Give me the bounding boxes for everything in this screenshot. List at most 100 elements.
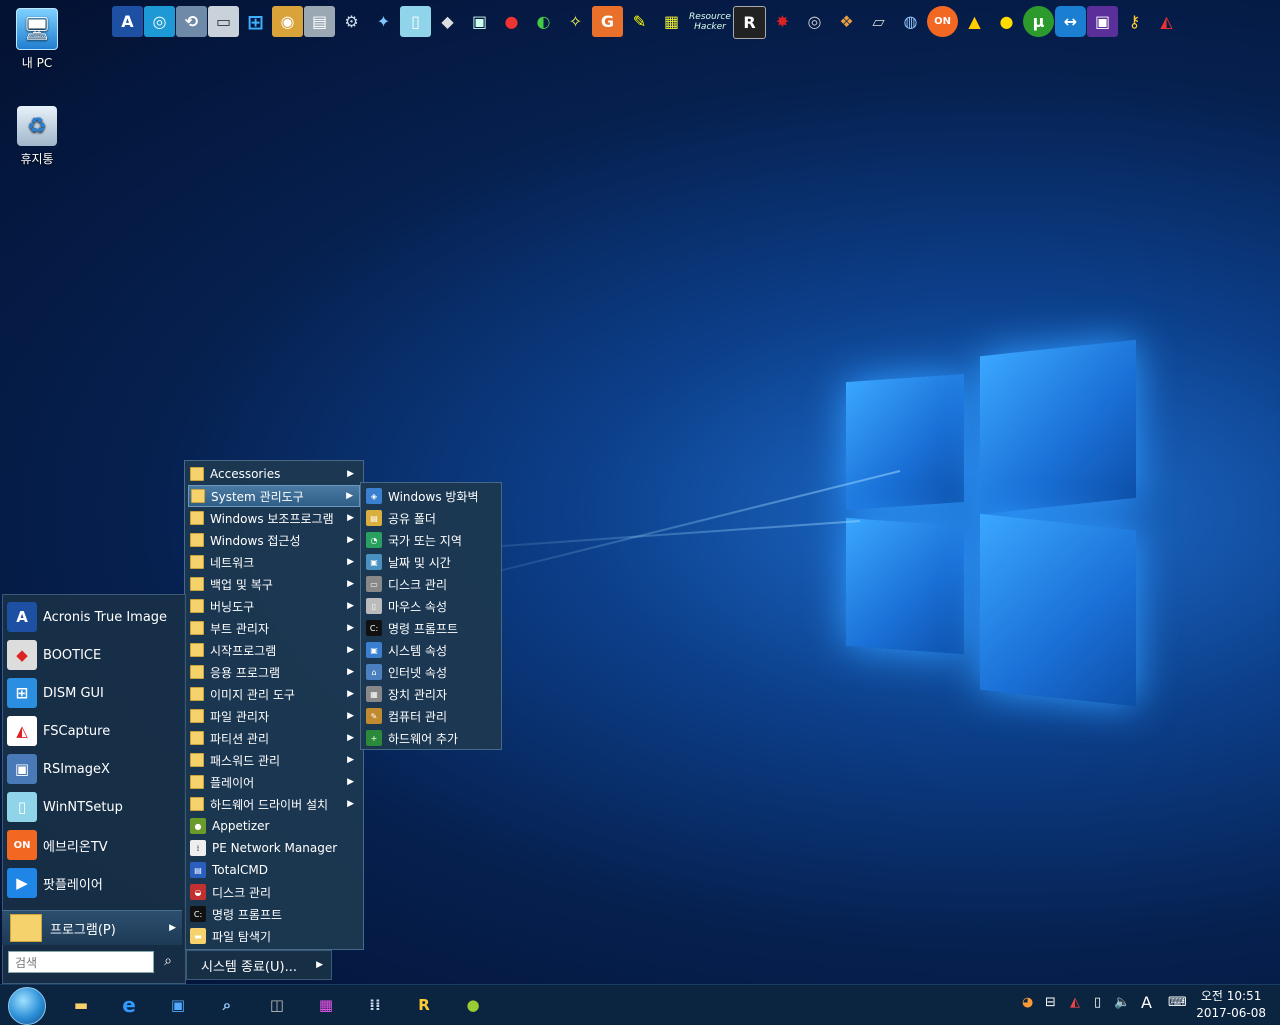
programs-folder-item[interactable]: Accessories ▶ bbox=[188, 463, 360, 485]
file-explorer-icon[interactable]: ▬ bbox=[66, 990, 96, 1020]
programs-app-item[interactable]: ⁞ PE Network Manager bbox=[188, 837, 360, 859]
programs-folder-item[interactable]: 백업 및 복구 ▶ bbox=[188, 573, 360, 595]
programs-folder-item[interactable]: 이미지 관리 도구 ▶ bbox=[188, 683, 360, 705]
search-icon[interactable]: ⌕ bbox=[158, 953, 178, 973]
programs-button[interactable]: 프로그램(P) ▶ bbox=[2, 910, 182, 945]
appetizer-icon[interactable]: ● bbox=[458, 990, 488, 1020]
teamviewer-icon[interactable]: ↔ bbox=[1055, 6, 1086, 37]
programs-app-item[interactable]: ▤ TotalCMD bbox=[188, 859, 360, 881]
key-tool-icon[interactable]: ✎ bbox=[624, 6, 655, 37]
globe-icon[interactable]: ◎ bbox=[144, 6, 175, 37]
tray-tool-icon[interactable]: ◭ bbox=[1070, 995, 1080, 1010]
system-tool-item[interactable]: ▣ 날짜 및 시간 bbox=[364, 551, 498, 573]
tray-app-icon[interactable]: ◕ bbox=[1022, 995, 1033, 1010]
system-tool-item[interactable]: C: 명령 프롬프트 bbox=[364, 617, 498, 639]
start-menu-item[interactable]: ◆ BOOTICE bbox=[7, 637, 183, 673]
system-tool-item[interactable]: ◔ 국가 또는 지역 bbox=[364, 529, 498, 551]
system-tool-item[interactable]: + 하드웨어 추가 bbox=[364, 727, 498, 749]
wand-icon[interactable]: ✧ bbox=[560, 6, 591, 37]
network-icon[interactable]: ⚙ bbox=[336, 6, 367, 37]
programs-folder-item[interactable]: 하드웨어 드라이버 설치 ▶ bbox=[188, 793, 360, 815]
cd-icon[interactable]: ◎ bbox=[799, 6, 830, 37]
key-icon[interactable]: ⚷ bbox=[1119, 6, 1150, 37]
windows-icon[interactable]: ⊞ bbox=[240, 6, 271, 37]
ime-indicator[interactable]: A bbox=[1141, 993, 1152, 1012]
start-menu-item[interactable]: ◭ FSCapture bbox=[7, 713, 183, 749]
programs-app-item[interactable]: ● Appetizer bbox=[188, 815, 360, 837]
system-tool-item[interactable]: ⌂ 인터넷 속성 bbox=[364, 661, 498, 683]
system-tool-item[interactable]: ▭ 디스크 관리 bbox=[364, 573, 498, 595]
desktop-icon-my-pc[interactable]: 🖥 내 PC bbox=[5, 8, 69, 71]
programs-app-item[interactable]: ◒ 디스크 관리 bbox=[188, 881, 360, 903]
network-tray-icon[interactable]: ⊟ bbox=[1045, 995, 1056, 1010]
system-tool-item[interactable]: ◈ Windows 방화벽 bbox=[364, 485, 498, 507]
programs-app-item[interactable]: ▬ 파일 탐색기 bbox=[188, 925, 360, 947]
network-manager-icon[interactable]: ⁞⁞ bbox=[360, 990, 390, 1020]
start-button[interactable] bbox=[8, 987, 46, 1025]
usb-tray-icon[interactable]: ▯ bbox=[1094, 995, 1101, 1010]
clock[interactable]: 오전 10:51 2017-06-08 bbox=[1196, 988, 1266, 1022]
acronis-icon[interactable]: A bbox=[112, 6, 143, 37]
programs-app-item[interactable]: C: 명령 프롬프트 bbox=[188, 903, 360, 925]
system-tool-item[interactable]: ▣ 시스템 속성 bbox=[364, 639, 498, 661]
internet-explorer-icon[interactable]: e bbox=[114, 990, 144, 1020]
bootice-icon[interactable]: ◆ bbox=[432, 6, 463, 37]
programs-folder-item[interactable]: 파티션 관리 ▶ bbox=[188, 727, 360, 749]
programs-folder-item[interactable]: 시작프로그램 ▶ bbox=[188, 639, 360, 661]
start-menu-item[interactable]: A Acronis True Image bbox=[7, 599, 183, 635]
system-tool-item[interactable]: ▯ 마우스 속성 bbox=[364, 595, 498, 617]
drive-icon[interactable]: ▤ bbox=[304, 6, 335, 37]
cpu-icon[interactable]: ▣ bbox=[1087, 6, 1118, 37]
programs-folder-item[interactable]: Windows 접근성 ▶ bbox=[188, 529, 360, 551]
virus-icon[interactable]: ✸ bbox=[767, 6, 798, 37]
volume-icon[interactable]: 🔈 bbox=[1114, 995, 1130, 1010]
fscapture-icon[interactable]: ◭ bbox=[1151, 6, 1182, 37]
package-icon[interactable]: ❖ bbox=[831, 6, 862, 37]
start-menu-item[interactable]: ▯ WinNTSetup bbox=[7, 789, 183, 825]
setup-icon[interactable]: ▯ bbox=[400, 6, 431, 37]
programs-folder-item[interactable]: System 관리도구 ▶ bbox=[188, 485, 360, 507]
programs-folder-item[interactable]: 플레이어 ▶ bbox=[188, 771, 360, 793]
backup-icon[interactable]: ⟲ bbox=[176, 6, 207, 37]
system-tool-item[interactable]: ▦ 장치 관리자 bbox=[364, 683, 498, 705]
programs-folder-item[interactable]: 버닝도구 ▶ bbox=[188, 595, 360, 617]
programs-folder-item[interactable]: 패스워드 관리 ▶ bbox=[188, 749, 360, 771]
on-icon[interactable]: ON bbox=[927, 6, 958, 37]
start-menu-item[interactable]: ▶ 팟플레이어 bbox=[7, 865, 183, 901]
hdd-icon[interactable]: ◍ bbox=[895, 6, 926, 37]
resource-hacker-icon[interactable]: Resource Hacker bbox=[688, 6, 732, 37]
partition-icon[interactable]: ◐ bbox=[528, 6, 559, 37]
shutdown-button[interactable]: 시스템 종료(U)... ▶ bbox=[186, 950, 332, 980]
search-input[interactable]: 검색 bbox=[8, 951, 154, 973]
desktop-icon-recycle-bin[interactable]: ♻ 휴지통 bbox=[5, 106, 69, 167]
burn-icon[interactable]: ◉ bbox=[272, 6, 303, 37]
programs-folder-item[interactable]: Windows 보조프로그램 ▶ bbox=[188, 507, 360, 529]
utorrent-icon[interactable]: µ bbox=[1023, 6, 1054, 37]
system-tool-item[interactable]: ✎ 컴퓨터 관리 bbox=[364, 705, 498, 727]
ladybug-icon[interactable]: ● bbox=[496, 6, 527, 37]
keyboard-icon[interactable]: ⌨ bbox=[1168, 995, 1187, 1010]
display-icon[interactable]: ▦ bbox=[311, 990, 341, 1020]
r-tool-icon[interactable]: R bbox=[409, 990, 439, 1020]
programs-folder-item[interactable]: 부트 관리자 ▶ bbox=[188, 617, 360, 639]
disk-icon[interactable]: ▭ bbox=[208, 6, 239, 37]
chevron-right-icon: ▶ bbox=[347, 799, 354, 809]
programs-folder-item[interactable]: 네트워크 ▶ bbox=[188, 551, 360, 573]
start-menu-item[interactable]: ON 에브리온TV bbox=[7, 827, 183, 863]
search-tool-icon[interactable]: ⌕ bbox=[212, 990, 242, 1020]
usb-icon[interactable]: ▱ bbox=[863, 6, 894, 37]
r-icon[interactable]: R bbox=[733, 6, 766, 39]
save-icon[interactable]: ▣ bbox=[163, 990, 193, 1020]
start-menu-item[interactable]: ▣ RSImageX bbox=[7, 751, 183, 787]
pacman-icon[interactable]: ● bbox=[991, 6, 1022, 37]
warning-icon[interactable]: ▲ bbox=[959, 6, 990, 37]
grid-icon[interactable]: ▦ bbox=[656, 6, 687, 37]
programs-folder-item[interactable]: 응용 프로그램 ▶ bbox=[188, 661, 360, 683]
gpu-icon[interactable]: ◫ bbox=[262, 990, 292, 1020]
g-icon[interactable]: G bbox=[592, 6, 623, 37]
system-tool-item[interactable]: ▤ 공유 폴더 bbox=[364, 507, 498, 529]
programs-folder-item[interactable]: 파일 관리자 ▶ bbox=[188, 705, 360, 727]
tools-icon[interactable]: ✦ bbox=[368, 6, 399, 37]
start-menu-item[interactable]: ⊞ DISM GUI bbox=[7, 675, 183, 711]
computer-icon[interactable]: ▣ bbox=[464, 6, 495, 37]
